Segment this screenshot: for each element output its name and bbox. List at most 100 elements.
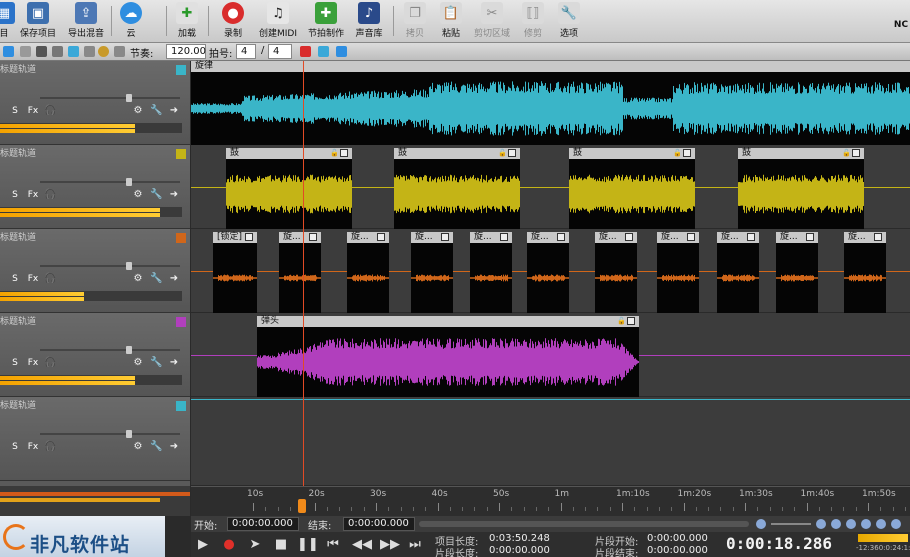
time-signature-denominator[interactable]: 4 [268, 44, 292, 59]
headphone-icon[interactable]: 🎧 [44, 357, 56, 369]
track-color-swatch[interactable] [176, 317, 186, 327]
fast-forward-icon[interactable]: ▶▶ [377, 536, 403, 554]
clip-menu-icon[interactable] [627, 317, 635, 325]
beat-maker-button[interactable]: ✚ 节拍制作 [304, 2, 348, 42]
track-title[interactable]: 标题轨道 [0, 230, 36, 243]
output-icon[interactable]: ⚙ [132, 357, 144, 369]
timeline-area[interactable]: 旋律 鼓 🔓 鼓 🔓 鼓 🔓 鼓 🔓 [锁定] 旋... 旋... 旋... 旋… [191, 61, 910, 486]
clip-menu-icon[interactable] [683, 149, 691, 157]
tempo-input[interactable]: 120.00 [166, 44, 206, 59]
record-icon[interactable]: ● [219, 536, 239, 554]
options-button[interactable]: 🔧 选项 [554, 2, 584, 42]
solo-button[interactable]: S [8, 441, 22, 453]
go-to-start-icon[interactable]: ⏮ [323, 536, 343, 554]
clip-menu-icon[interactable] [500, 233, 508, 241]
fx-button[interactable]: Fx [24, 189, 42, 201]
clip-header[interactable]: 旋... [657, 232, 699, 243]
audio-clip[interactable]: 旋... [411, 232, 453, 313]
wrench-icon[interactable]: 🔧 [150, 273, 162, 285]
lock-icon[interactable]: 🔓 [617, 317, 626, 325]
audio-clip[interactable]: 弹头 🔓 [257, 316, 639, 397]
track-header-2[interactable]: 标题轨道 S Fx 🎧 ⚙ 🔧 ➜ [0, 145, 190, 229]
lock-icon[interactable]: 🔓 [498, 149, 507, 157]
end-time-input[interactable]: 0:00:00.000 [343, 517, 415, 531]
metronome-icon[interactable] [36, 46, 47, 57]
fx-button[interactable]: Fx [24, 273, 42, 285]
audio-clip[interactable]: 旋律 [191, 61, 910, 145]
go-to-end-icon[interactable]: ⏭ [405, 536, 425, 554]
lock-icon[interactable]: 🔓 [330, 149, 339, 157]
wrench-icon[interactable]: 🔧 [150, 441, 162, 453]
clip-menu-icon[interactable] [508, 149, 516, 157]
new-project-button[interactable]: ▦ 目 [0, 2, 15, 42]
track-color-swatch[interactable] [176, 149, 186, 159]
align-icon[interactable] [114, 46, 125, 57]
track-header-3[interactable]: 标题轨道 S Fx 🎧 ⚙ 🔧 ➜ [0, 229, 190, 313]
volume-slider[interactable] [40, 433, 180, 435]
automation-icon[interactable]: ➜ [168, 273, 180, 285]
output-icon[interactable]: ⚙ [132, 441, 144, 453]
play-icon[interactable]: ▶ [193, 536, 213, 554]
track-header-5[interactable]: 标题轨道 S Fx 🎧 ⚙ 🔧 ➜ [0, 397, 190, 481]
loop-icon[interactable] [68, 46, 79, 57]
output-icon[interactable]: ⚙ [132, 105, 144, 117]
load-button[interactable]: ✚ 加载 [172, 2, 202, 42]
volume-knob[interactable] [126, 262, 132, 270]
track-title[interactable]: 标题轨道 [0, 146, 36, 159]
create-midi-button[interactable]: ♫ 创建MIDI [256, 2, 300, 42]
clip-header[interactable]: 鼓 🔓 [738, 148, 864, 159]
lane-2[interactable]: 鼓 🔓 鼓 🔓 鼓 🔓 鼓 🔓 [191, 145, 910, 229]
rewind-icon[interactable]: ◀◀ [349, 536, 375, 554]
save-project-button[interactable]: ▣ 保存项目 [16, 2, 60, 42]
clip-menu-icon[interactable] [377, 233, 385, 241]
automation-icon[interactable]: ➜ [168, 105, 180, 117]
audio-clip[interactable]: 旋... [347, 232, 389, 313]
audio-clip[interactable]: 旋... [717, 232, 759, 313]
clip-header[interactable]: 旋... [527, 232, 569, 243]
paste-button[interactable]: 📋 粘贴 [436, 2, 466, 42]
lane-3[interactable]: [锁定] 旋... 旋... 旋... 旋... 旋... 旋... 旋... … [191, 229, 910, 313]
zoom-all-icon[interactable] [876, 519, 886, 529]
track-color-swatch[interactable] [176, 233, 186, 243]
track-header-4[interactable]: 标题轨道 S Fx 🎧 ⚙ 🔧 ➜ [0, 313, 190, 397]
clip-header[interactable]: 鼓 🔓 [226, 148, 352, 159]
headphone-icon[interactable]: 🎧 [44, 273, 56, 285]
clip-menu-icon[interactable] [852, 149, 860, 157]
clip-menu-icon[interactable] [309, 233, 317, 241]
zoom-fit-icon[interactable] [831, 519, 841, 529]
volume-slider[interactable] [40, 97, 180, 99]
zoom-slider[interactable] [771, 523, 811, 525]
clip-menu-icon[interactable] [245, 233, 253, 241]
pencil-icon[interactable] [84, 46, 95, 57]
clip-menu-icon[interactable] [441, 233, 449, 241]
automation-icon[interactable]: ➜ [168, 357, 180, 369]
wrench-icon[interactable]: 🔧 [150, 357, 162, 369]
zoom-vertical-out-icon[interactable] [846, 519, 856, 529]
fx-button[interactable]: Fx [24, 357, 42, 369]
lock-icon[interactable]: 🔓 [842, 149, 851, 157]
clip-menu-icon[interactable] [874, 233, 882, 241]
time-ruler[interactable]: 10s 20s 30s 40s 50s 1m 1m:10s 1m:20s 1m:30s 1m:40… [191, 486, 910, 516]
volume-knob[interactable] [126, 430, 132, 438]
wrench-icon[interactable]: 🔧 [150, 105, 162, 117]
volume-slider[interactable] [40, 181, 180, 183]
volume-knob[interactable] [126, 94, 132, 102]
track-header-1[interactable]: 标题轨道 S Fx 🎧 ⚙ 🔧 ➜ [0, 61, 190, 145]
overview-strip[interactable] [0, 486, 190, 516]
automation-icon[interactable]: ➜ [168, 441, 180, 453]
record-armed-icon[interactable] [300, 46, 311, 57]
track-color-swatch[interactable] [176, 401, 186, 411]
clip-header[interactable]: 旋... [595, 232, 637, 243]
remove-track-icon[interactable] [20, 46, 31, 57]
trim-button[interactable]: ⟦⟧ 修剪 [518, 2, 548, 42]
zoom-reset-icon[interactable] [891, 519, 901, 529]
clip-header[interactable]: 旋... [776, 232, 818, 243]
pause-icon[interactable]: ❚❚ [297, 536, 319, 554]
track-title[interactable]: 标题轨道 [0, 314, 36, 327]
fx-button[interactable]: Fx [24, 441, 42, 453]
track-title[interactable]: 标题轨道 [0, 62, 36, 75]
zoom-vertical-in-icon[interactable] [861, 519, 871, 529]
zoom-in-icon[interactable] [816, 519, 826, 529]
zoom-out-icon[interactable] [756, 519, 766, 529]
sound-library-button[interactable]: ♪ 声音库 [352, 2, 386, 42]
